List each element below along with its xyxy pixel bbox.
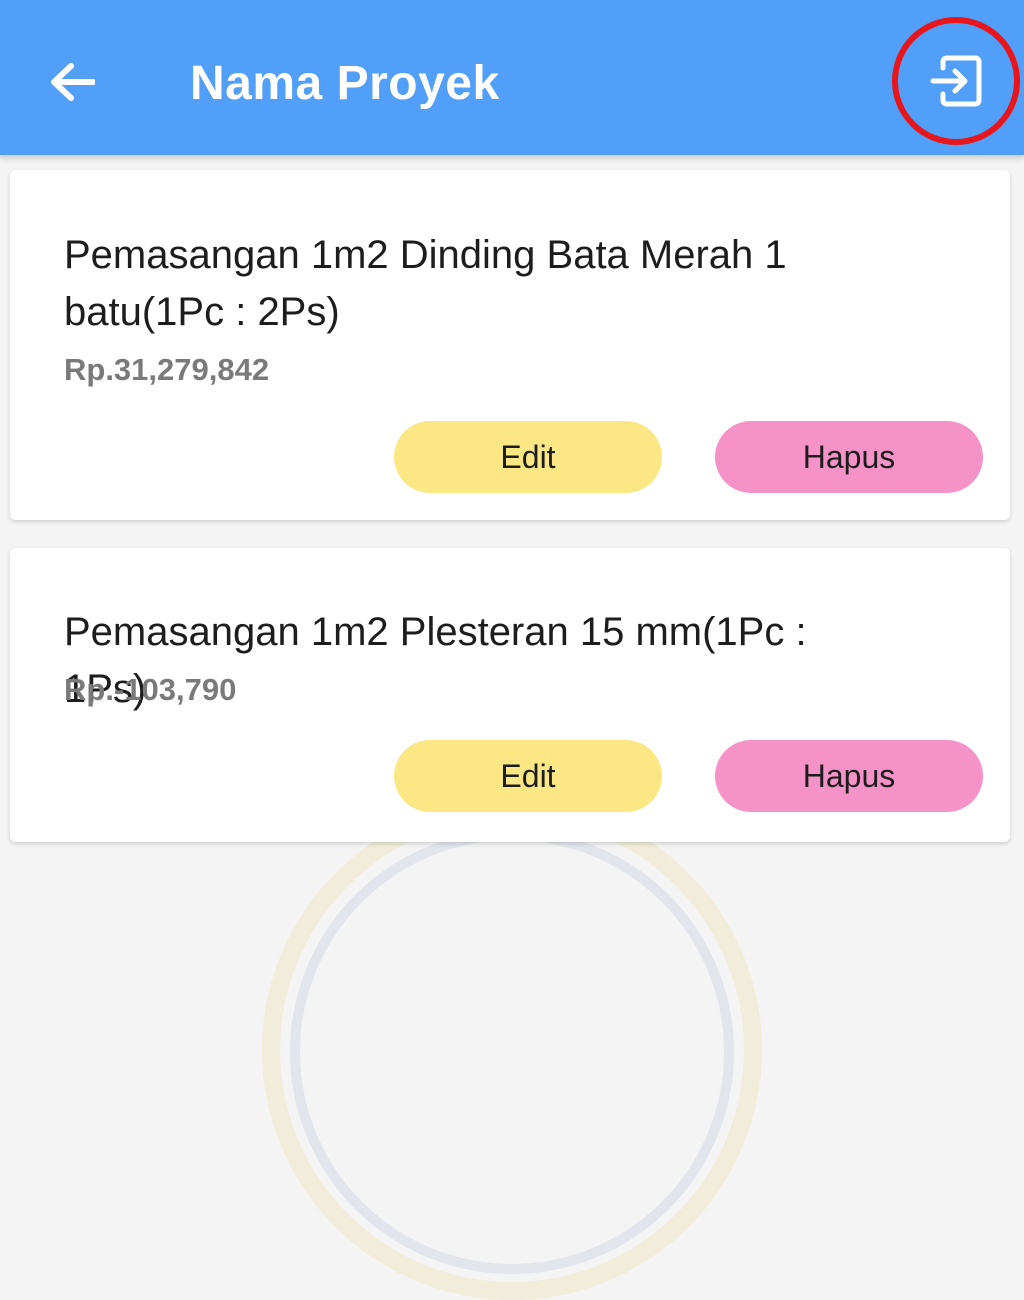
delete-button[interactable]: Hapus <box>715 740 983 812</box>
back-button[interactable] <box>38 48 106 116</box>
app-bar: Nama Proyek <box>0 0 1024 155</box>
item-price: Rp.-103,790 <box>64 672 237 707</box>
item-price: Rp.31,279,842 <box>64 352 270 387</box>
list-item: Pemasangan 1m2 Plesteran 15 mm(1Pc : 1Ps… <box>10 548 1010 842</box>
delete-button[interactable]: Hapus <box>715 421 983 493</box>
background-watermark-logo <box>262 800 762 1300</box>
list-item: Pemasangan 1m2 Dinding Bata Merah 1 batu… <box>10 170 1010 520</box>
arrow-left-icon <box>51 63 95 101</box>
page-title: Nama Proyek <box>190 57 500 110</box>
logout-icon <box>930 55 982 107</box>
logout-button[interactable] <box>892 17 1020 145</box>
background-watermark-ring <box>290 830 734 1274</box>
edit-button[interactable]: Edit <box>394 740 662 812</box>
edit-button[interactable]: Edit <box>394 421 662 493</box>
item-name: Pemasangan 1m2 Dinding Bata Merah 1 batu… <box>64 233 787 334</box>
